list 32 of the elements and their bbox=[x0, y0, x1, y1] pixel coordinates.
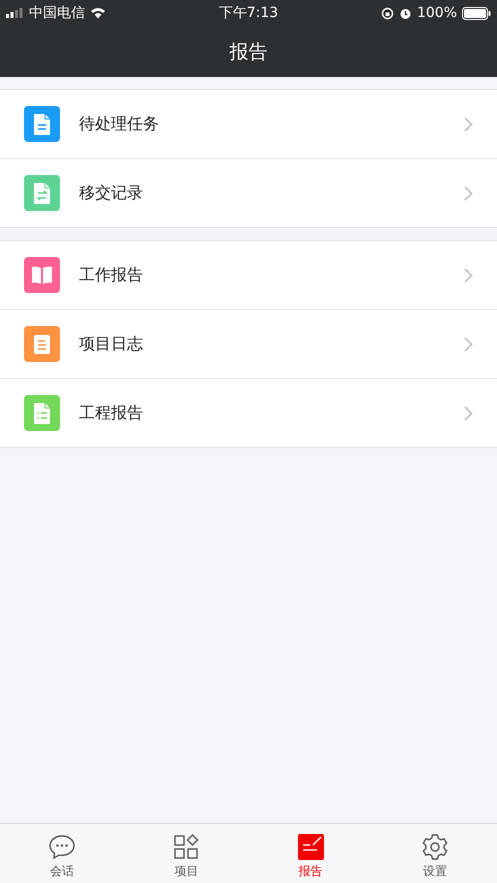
battery-icon bbox=[462, 6, 491, 20]
menu-item-label: 移交记录 bbox=[79, 182, 144, 204]
chat-icon bbox=[48, 833, 76, 861]
menu-item[interactable]: 移交记录 bbox=[0, 159, 497, 227]
menu-item-label: 项目日志 bbox=[79, 334, 144, 354]
menu-item[interactable]: 待处理任务 bbox=[0, 90, 497, 159]
tab[interactable]: 报告 bbox=[248, 824, 373, 883]
signal-icon bbox=[6, 8, 24, 18]
status-time: 下午7:13 bbox=[218, 4, 278, 22]
chevron-right-icon bbox=[464, 116, 473, 132]
alarm-icon bbox=[398, 6, 412, 20]
menu-item[interactable]: 工作报告 bbox=[0, 241, 497, 310]
menu-item[interactable]: 项目日志 bbox=[0, 310, 497, 379]
menu-item-label: 待处理任务 bbox=[79, 114, 160, 134]
page-title: 报告 bbox=[230, 40, 268, 64]
tab[interactable]: 会话 bbox=[0, 824, 124, 883]
wifi-icon bbox=[90, 7, 106, 19]
settings-icon bbox=[420, 833, 449, 861]
chevron-right-icon bbox=[464, 268, 473, 282]
report-icon bbox=[296, 833, 325, 861]
menu-item-label: 工作报告 bbox=[79, 264, 144, 286]
chevron-right-icon bbox=[464, 186, 473, 200]
chevron-right-icon bbox=[464, 336, 473, 352]
rotation-lock-icon bbox=[380, 6, 394, 20]
chevron-right-icon bbox=[464, 406, 473, 420]
tab[interactable]: 设置 bbox=[372, 824, 497, 883]
tab[interactable]: 项目 bbox=[124, 824, 248, 883]
menu-item-label: 工程报告 bbox=[79, 402, 144, 424]
battery-percent: 100% bbox=[416, 5, 457, 21]
menu-item[interactable]: 工程报告 bbox=[0, 379, 497, 447]
carrier-name: 中国电信 bbox=[29, 4, 85, 22]
grid-icon bbox=[172, 833, 200, 861]
